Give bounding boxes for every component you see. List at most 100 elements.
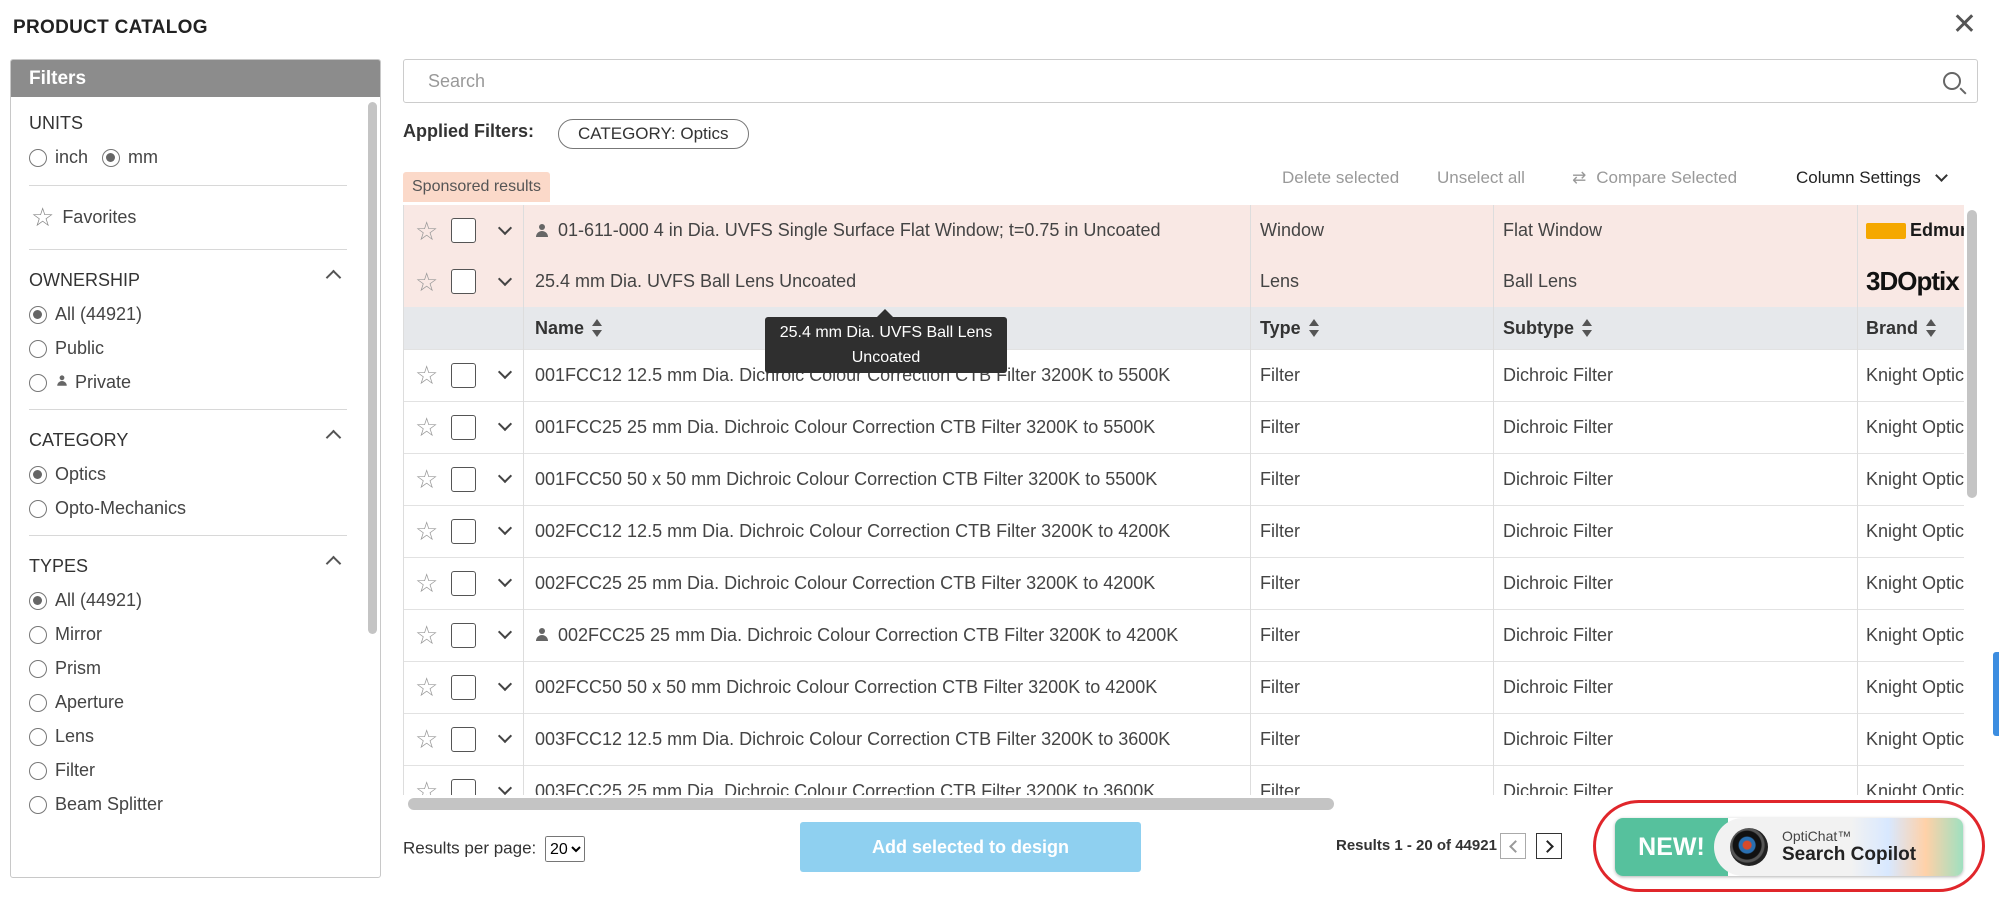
chevron-down-icon[interactable] <box>497 728 513 744</box>
row-checkbox[interactable] <box>451 362 476 388</box>
row-checkbox[interactable] <box>451 466 476 492</box>
star-outline-icon[interactable]: ☆ <box>415 414 438 440</box>
types-option[interactable]: Aperture <box>29 685 347 719</box>
chevron-down-icon[interactable] <box>497 468 513 484</box>
star-outline-icon[interactable]: ☆ <box>415 269 438 295</box>
close-icon[interactable]: ✕ <box>1952 10 1977 40</box>
name-cell[interactable]: 25.4 mm Dia. UVFS Ball Lens Uncoated <box>524 256 1251 307</box>
sort-arrows-icon[interactable] <box>1926 319 1937 337</box>
name-cell[interactable]: 002FCC25 25 mm Dia. Dichroic Colour Corr… <box>524 557 1251 609</box>
chevron-up-icon[interactable] <box>325 429 342 446</box>
types-option[interactable]: Filter <box>29 753 347 787</box>
results-per-page-select[interactable]: 20 <box>544 836 585 862</box>
side-tab-handle[interactable] <box>1993 652 1999 736</box>
star-outline-icon[interactable]: ☆ <box>415 726 438 752</box>
compare-selected-button[interactable]: ⇄ Compare Selected <box>1572 168 1737 188</box>
chevron-down-icon[interactable] <box>497 271 513 286</box>
star-outline-icon[interactable]: ☆ <box>415 518 438 544</box>
category-option[interactable]: Optics <box>29 457 347 491</box>
radio-button[interactable] <box>29 149 47 168</box>
row-checkbox[interactable] <box>451 674 476 700</box>
row-checkbox[interactable] <box>451 726 476 752</box>
row-checkbox[interactable] <box>451 269 476 294</box>
types-option[interactable]: Lens <box>29 719 347 753</box>
types-option[interactable]: Prism <box>29 651 347 685</box>
row-checkbox[interactable] <box>451 778 476 795</box>
ownership-option[interactable]: Private <box>29 365 347 399</box>
name-cell[interactable]: 001FCC25 25 mm Dia. Dichroic Colour Corr… <box>524 401 1251 453</box>
search-input[interactable] <box>426 60 1910 102</box>
radio-button[interactable] <box>29 340 47 359</box>
chevron-down-icon[interactable] <box>497 364 513 380</box>
column-settings-button[interactable]: Column Settings <box>1796 168 1949 188</box>
delete-selected-button[interactable]: Delete selected <box>1282 168 1399 188</box>
chevron-down-icon[interactable] <box>497 676 513 692</box>
sort-arrows-icon[interactable] <box>1308 319 1319 337</box>
radio-button[interactable] <box>29 626 47 645</box>
column-header-subtype[interactable]: Subtype <box>1494 307 1858 349</box>
chevron-down-icon[interactable] <box>497 624 513 640</box>
radio-button[interactable] <box>29 592 47 611</box>
table-horizontal-scrollbar[interactable] <box>408 798 1334 810</box>
name-cell[interactable]: 001FCC50 50 x 50 mm Dichroic Colour Corr… <box>524 453 1251 505</box>
types-option[interactable]: Mirror <box>29 617 347 651</box>
chevron-down-icon[interactable] <box>497 780 513 795</box>
star-outline-icon[interactable]: ☆ <box>415 362 438 388</box>
radio-button[interactable] <box>29 694 47 713</box>
category-title[interactable]: CATEGORY <box>29 429 347 451</box>
radio-button[interactable] <box>29 762 47 781</box>
favorites-toggle[interactable]: ☆ Favorites <box>29 202 347 233</box>
column-header-type[interactable]: Type <box>1251 307 1494 349</box>
chevron-down-icon[interactable] <box>497 416 513 432</box>
radio-button[interactable] <box>29 660 47 679</box>
name-cell[interactable]: 003FCC25 25 mm Dia. Dichroic Colour Corr… <box>524 765 1251 795</box>
name-cell[interactable]: 003FCC12 12.5 mm Dia. Dichroic Colour Co… <box>524 713 1251 765</box>
name-cell[interactable]: 002FCC12 12.5 mm Dia. Dichroic Colour Co… <box>524 505 1251 557</box>
chevron-up-icon[interactable] <box>325 555 342 572</box>
chevron-down-icon[interactable] <box>497 520 513 536</box>
sort-arrows-icon[interactable] <box>1582 319 1593 337</box>
star-outline-icon[interactable]: ☆ <box>415 466 438 492</box>
star-outline-icon[interactable]: ☆ <box>415 570 438 596</box>
radio-button[interactable] <box>29 500 47 519</box>
star-outline-icon[interactable]: ☆ <box>415 622 438 648</box>
search-icon[interactable] <box>1943 72 1961 90</box>
types-option[interactable]: Beam Splitter <box>29 787 347 821</box>
radio-button[interactable] <box>29 796 47 815</box>
next-page-button[interactable] <box>1536 833 1562 859</box>
units-option[interactable]: inch <box>29 140 88 174</box>
star-outline-icon[interactable]: ☆ <box>415 778 438 795</box>
filters-scrollbar[interactable] <box>368 102 377 634</box>
radio-button[interactable] <box>29 306 47 325</box>
add-selected-to-design-button[interactable]: Add selected to design <box>800 822 1141 872</box>
radio-button[interactable] <box>29 466 47 485</box>
row-checkbox[interactable] <box>451 570 476 596</box>
radio-button[interactable] <box>29 374 47 393</box>
row-checkbox[interactable] <box>451 414 476 440</box>
ownership-option[interactable]: Public <box>29 331 347 365</box>
chevron-up-icon[interactable] <box>325 269 342 286</box>
row-checkbox[interactable] <box>451 622 476 648</box>
prev-page-button[interactable] <box>1500 833 1526 859</box>
column-header-brand[interactable]: Brand <box>1858 307 1964 349</box>
filter-chip-category[interactable]: CATEGORY: Optics <box>558 119 749 149</box>
types-option[interactable]: All (44921) <box>29 583 347 617</box>
name-cell[interactable]: 002FCC50 50 x 50 mm Dichroic Colour Corr… <box>524 661 1251 713</box>
star-outline-icon[interactable]: ☆ <box>415 218 438 244</box>
chevron-down-icon[interactable] <box>497 572 513 588</box>
star-outline-icon[interactable]: ☆ <box>415 674 438 700</box>
chevron-down-icon[interactable] <box>497 220 513 235</box>
name-cell[interactable]: 002FCC25 25 mm Dia. Dichroic Colour Corr… <box>524 609 1251 661</box>
name-cell[interactable]: 01-611-000 4 in Dia. UVFS Single Surface… <box>524 205 1251 256</box>
ownership-title[interactable]: OWNERSHIP <box>29 269 347 291</box>
category-option[interactable]: Opto-Mechanics <box>29 491 347 525</box>
sort-arrows-icon[interactable] <box>592 319 603 337</box>
radio-button[interactable] <box>102 149 121 168</box>
row-checkbox[interactable] <box>451 218 476 243</box>
radio-button[interactable] <box>29 728 47 747</box>
unselect-all-button[interactable]: Unselect all <box>1437 168 1525 188</box>
table-vertical-scrollbar[interactable] <box>1967 210 1977 498</box>
row-checkbox[interactable] <box>451 518 476 544</box>
types-title[interactable]: TYPES <box>29 555 347 577</box>
ownership-option[interactable]: All (44921) <box>29 297 347 331</box>
